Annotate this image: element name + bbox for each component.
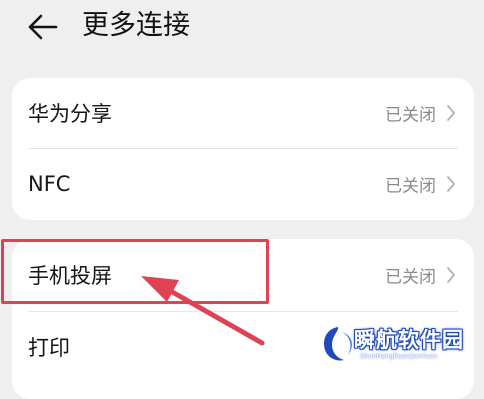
- setting-status: 已关闭: [385, 176, 436, 197]
- setting-row-screen-projection[interactable]: 手机投屏 已关闭: [12, 239, 474, 311]
- chevron-right-icon: [447, 267, 455, 283]
- setting-label: 手机投屏: [28, 264, 112, 288]
- settings-group-sharing: 华为分享 已关闭 NFC 已关闭: [12, 78, 474, 220]
- setting-row-nfc[interactable]: NFC 已关闭: [12, 149, 474, 219]
- setting-label: 打印: [28, 336, 70, 360]
- setting-label: NFC: [28, 172, 71, 196]
- app-header: 更多连接: [0, 0, 484, 60]
- chevron-right-icon: [447, 176, 455, 192]
- chevron-right-icon: [447, 105, 455, 121]
- setting-label: 华为分享: [28, 102, 112, 126]
- setting-row-huawei-share[interactable]: 华为分享 已关闭: [12, 78, 474, 148]
- setting-status: 已关闭: [385, 105, 436, 126]
- arrow-left-icon: [28, 14, 58, 40]
- setting-row-print[interactable]: 打印: [12, 312, 474, 382]
- setting-status: 已关闭: [385, 267, 436, 288]
- page-title: 更多连接: [82, 10, 190, 41]
- settings-group-projection: 手机投屏 已关闭 打印: [12, 239, 474, 399]
- back-button[interactable]: [26, 12, 60, 42]
